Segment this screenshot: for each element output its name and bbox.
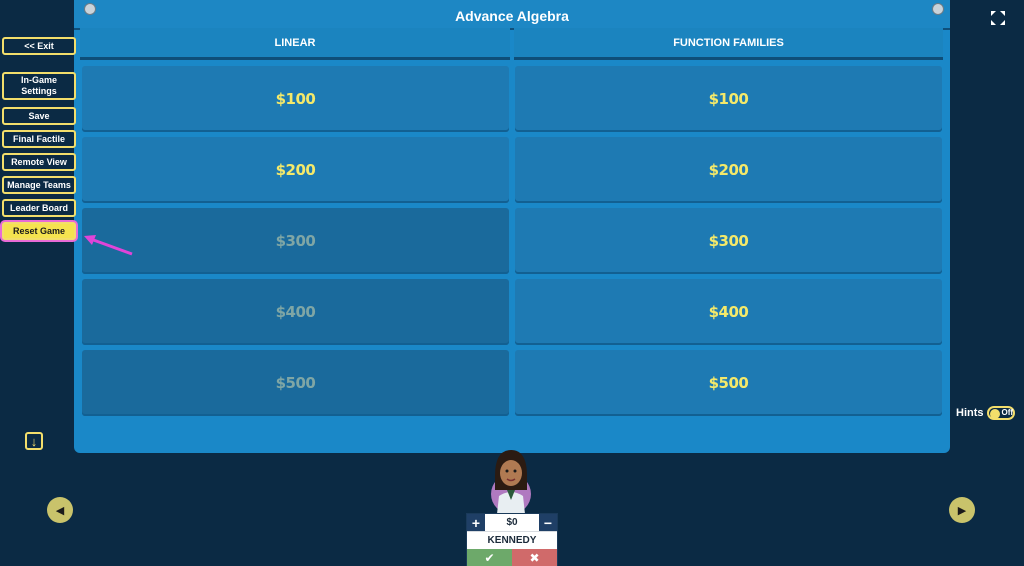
clue-cell[interactable]: $200: [82, 137, 509, 203]
clue-cell-used[interactable]: $500: [82, 350, 509, 416]
avatar: [491, 450, 531, 514]
arrow-down-icon[interactable]: ↓: [25, 432, 43, 450]
clue-cell-used[interactable]: $300: [82, 208, 509, 274]
board-title: Advance Algebra: [455, 8, 569, 24]
hints-toggle-group: Hints Off: [956, 406, 1015, 420]
clue-cell[interactable]: $300: [515, 208, 942, 274]
hints-state: Off: [1001, 408, 1014, 417]
category-header-linear: LINEAR: [80, 28, 510, 60]
team-score-card: + $0 − KENNEDY ✔ ✖: [466, 513, 558, 566]
clue-cell[interactable]: $100: [515, 66, 942, 132]
team-name: KENNEDY: [467, 531, 557, 549]
bolt-icon: [84, 3, 96, 15]
hints-toggle[interactable]: Off: [986, 406, 1015, 420]
board-header: Advance Algebra: [74, 0, 950, 30]
toggle-knob: [989, 409, 1000, 419]
in-game-settings-button[interactable]: In-Game Settings: [2, 72, 76, 100]
minus-button[interactable]: −: [539, 514, 557, 531]
bolt-icon: [932, 3, 944, 15]
exit-button[interactable]: << Exit: [2, 37, 76, 55]
clue-cell[interactable]: $200: [515, 137, 942, 203]
check-icon[interactable]: ✔: [467, 549, 512, 566]
reset-game-button[interactable]: Reset Game: [2, 222, 76, 240]
clue-cell[interactable]: $500: [515, 350, 942, 416]
plus-button[interactable]: +: [467, 514, 485, 531]
hints-label: Hints: [956, 407, 984, 419]
final-factile-button[interactable]: Final Factile: [2, 130, 76, 148]
manage-teams-button[interactable]: Manage Teams: [2, 176, 76, 194]
clue-cell[interactable]: $400: [515, 279, 942, 345]
chevron-left-icon[interactable]: ◀: [47, 497, 73, 523]
team-score: $0: [506, 517, 518, 528]
save-button[interactable]: Save: [2, 107, 76, 125]
leader-board-button[interactable]: Leader Board: [2, 199, 76, 217]
category-header-function-families: FUNCTION FAMILIES: [514, 28, 943, 60]
chevron-right-icon[interactable]: ▶: [949, 497, 975, 523]
fullscreen-icon[interactable]: [990, 10, 1006, 26]
clue-cell[interactable]: $100: [82, 66, 509, 132]
close-icon[interactable]: ✖: [512, 549, 557, 566]
clue-cell-used[interactable]: $400: [82, 279, 509, 345]
remote-view-button[interactable]: Remote View: [2, 153, 76, 171]
annotation-arrow-icon: [84, 235, 133, 256]
